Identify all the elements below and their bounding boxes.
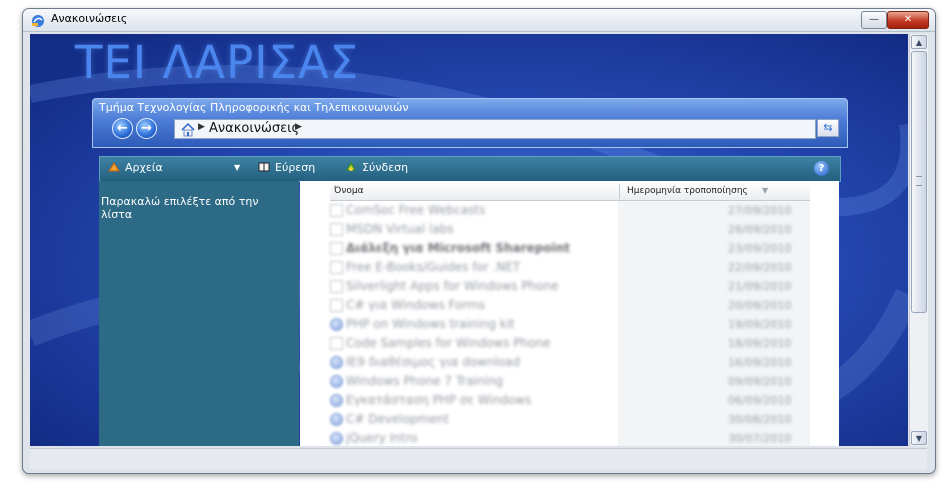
- files-menu-label: Αρχεία: [125, 161, 163, 174]
- files-menu[interactable]: Αρχεία: [108, 161, 163, 174]
- list-item-date: 21/09/2010: [728, 280, 792, 293]
- list-item-title[interactable]: ComSoc Free Webcasts: [346, 203, 485, 217]
- list-item-title[interactable]: MSDN Virtual labs: [346, 222, 454, 236]
- title-bar[interactable]: Ανακοινώσεις — ✕: [23, 9, 935, 32]
- list-item-date: 20/09/2010: [728, 299, 792, 312]
- breadcrumb-arrow-icon[interactable]: ▶: [295, 122, 302, 132]
- list-item[interactable]: Διάλεξη για Microsoft Sharepoint 23/09/20…: [330, 239, 810, 258]
- chevron-down-icon[interactable]: ▼: [234, 163, 240, 172]
- list-item-date: 27/09/2010: [728, 204, 792, 217]
- list-item-date: 26/09/2010: [728, 223, 792, 236]
- list-header: Όνομα Ημερομηνία τροποποίησης ▼: [330, 182, 810, 201]
- grip-icon: [916, 176, 922, 186]
- close-button[interactable]: ✕: [887, 11, 929, 29]
- announcement-list: Όνομα Ημερομηνία τροποποίησης ▼ ComSoc F…: [300, 181, 839, 446]
- globe-icon: [330, 375, 343, 388]
- home-icon[interactable]: [180, 122, 196, 137]
- status-bar: [30, 448, 927, 469]
- page-icon: [330, 204, 343, 217]
- page-icon: [330, 242, 343, 255]
- web-page: ΤΕΙ ΛΑΡΙΣΑΣ Τμήμα Τεχνολογίας Πληροφορικ…: [30, 34, 908, 446]
- list-item[interactable]: MSDN Virtual labs 26/09/2010: [330, 220, 810, 239]
- connect-button[interactable]: Σύνδεση: [345, 161, 408, 174]
- navigation-header: Τμήμα Τεχνολογίας Πληροφορικής και Τηλεπ…: [92, 98, 848, 148]
- list-item-title[interactable]: Free E-Books/Guides for .NET: [346, 260, 520, 274]
- page-icon: [330, 337, 343, 350]
- list-item[interactable]: Code Samples for Windows Phone 18/09/2010: [330, 334, 810, 353]
- page-icon: [330, 280, 343, 293]
- list-rows: ComSoc Free Webcasts 27/09/2010 MSDN Virtu…: [330, 201, 810, 446]
- list-item[interactable]: IE9 διαθέσιμος για download 16/09/2010: [330, 353, 810, 372]
- breadcrumb-separator-icon[interactable]: ▶: [198, 122, 205, 132]
- select-prompt: Παρακαλώ επιλέξτε από την λίστα: [101, 195, 259, 221]
- list-item-date: 18/09/2010: [728, 337, 792, 350]
- list-item-title[interactable]: Εγκατάσταση PHP σε Windows: [346, 393, 531, 407]
- left-panel: Παρακαλώ επιλέξτε από την λίστα: [99, 181, 299, 446]
- forward-button[interactable]: →: [136, 118, 157, 139]
- toolbar: Αρχεία ▼ Εύρεση Σύνδεση ?: [99, 156, 841, 182]
- list-item[interactable]: C# για Windows Forms 20/09/2010: [330, 296, 810, 315]
- search-button[interactable]: Εύρεση: [258, 161, 315, 174]
- sort-arrow-icon[interactable]: ▼: [762, 186, 768, 195]
- minimize-button[interactable]: —: [861, 11, 887, 29]
- site-title: ΤΕΙ ΛΑΡΙΣΑΣ: [75, 36, 360, 89]
- list-item-date: 19/09/2010: [728, 318, 792, 331]
- scroll-down-icon[interactable]: ▼: [911, 431, 927, 445]
- list-item[interactable]: C# Development 30/08/2010: [330, 410, 810, 429]
- column-header-date[interactable]: Ημερομηνία τροποποίησης: [627, 186, 748, 196]
- list-item-date: 23/09/2010: [728, 242, 792, 255]
- page-icon: [330, 299, 343, 312]
- list-item-date: 16/09/2010: [728, 356, 792, 369]
- list-item-title[interactable]: Silverlight Apps for Windows Phone: [346, 279, 559, 293]
- ie-app-icon: [31, 13, 45, 27]
- column-header-name[interactable]: Όνομα: [334, 186, 364, 196]
- list-item-date: 30/07/2010: [728, 432, 792, 445]
- list-item-date: 30/08/2010: [728, 413, 792, 426]
- list-item[interactable]: Εγκατάσταση PHP σε Windows 06/09/2010: [330, 391, 810, 410]
- list-item-title[interactable]: Code Samples for Windows Phone: [346, 336, 550, 350]
- page-icon: [330, 261, 343, 274]
- back-button[interactable]: ←: [112, 118, 133, 139]
- list-item-date: 06/09/2010: [728, 394, 792, 407]
- files-icon: [108, 161, 120, 173]
- connect-button-label: Σύνδεση: [362, 161, 409, 174]
- list-item[interactable]: Silverlight Apps for Windows Phone 21/09/…: [330, 277, 810, 296]
- page-icon: [330, 223, 343, 236]
- address-text[interactable]: Ανακοινώσεις: [209, 121, 299, 136]
- column-divider[interactable]: [619, 184, 620, 199]
- refresh-icon[interactable]: ⇆: [817, 119, 839, 137]
- list-item-title[interactable]: jQuery Intro: [346, 431, 417, 445]
- department-name: Τμήμα Τεχνολογίας Πληροφορικής και Τηλεπ…: [99, 101, 409, 114]
- help-icon[interactable]: ?: [814, 161, 829, 176]
- list-item-date: 22/09/2010: [728, 261, 792, 274]
- scroll-thumb[interactable]: [911, 51, 927, 313]
- list-item-date: 09/09/2010: [728, 375, 792, 388]
- list-item-title[interactable]: IE9 διαθέσιμος για download: [346, 355, 520, 369]
- search-button-label: Εύρεση: [275, 161, 316, 174]
- globe-icon: [330, 394, 343, 407]
- list-item-title[interactable]: Διάλεξη για Microsoft Sharepoint: [346, 241, 570, 255]
- list-item-title[interactable]: PHP on Windows training kit: [346, 317, 515, 331]
- list-item[interactable]: ComSoc Free Webcasts 27/09/2010: [330, 201, 810, 220]
- list-item[interactable]: PHP on Windows training kit 19/09/2010: [330, 315, 810, 334]
- list-item-title[interactable]: C# Development: [346, 412, 449, 426]
- list-item[interactable]: Free E-Books/Guides for .NET 22/09/2010: [330, 258, 810, 277]
- globe-icon: [330, 356, 343, 369]
- list-item-title[interactable]: Windows Phone 7 Training: [346, 374, 503, 388]
- connect-icon: [345, 161, 357, 173]
- list-item-title[interactable]: C# για Windows Forms: [346, 298, 485, 312]
- globe-icon: [330, 432, 343, 445]
- address-bar[interactable]: ▶ Ανακοινώσεις ▶: [174, 119, 816, 139]
- list-item[interactable]: Windows Phone 7 Training 09/09/2010: [330, 372, 810, 391]
- book-icon: [258, 161, 270, 173]
- list-item[interactable]: jQuery Intro 30/07/2010: [330, 429, 810, 446]
- browser-window: Ανακοινώσεις — ✕ ΤΕΙ ΛΑΡΙΣΑΣ Τμήμα Τεχνο…: [22, 8, 936, 474]
- window-title: Ανακοινώσεις: [51, 12, 128, 25]
- globe-icon: [330, 318, 343, 331]
- globe-icon: [330, 413, 343, 426]
- scroll-up-icon[interactable]: ▲: [911, 35, 927, 49]
- vertical-scrollbar[interactable]: ▲ ▼: [909, 34, 928, 446]
